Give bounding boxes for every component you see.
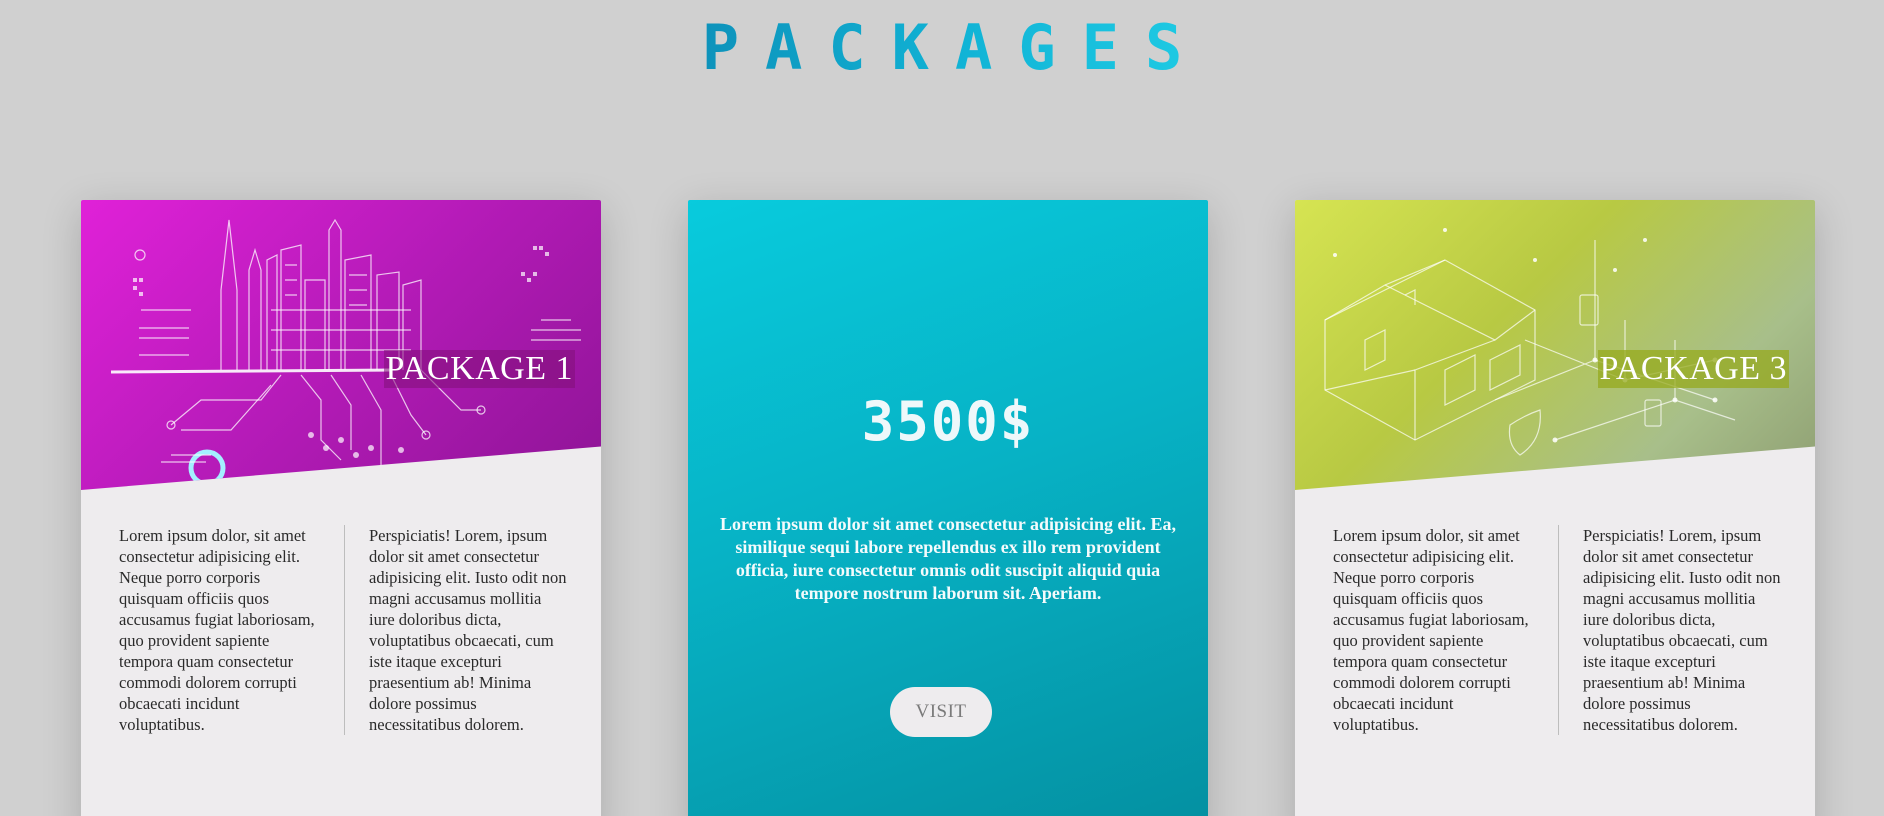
package-1-text-right: Perspiciatis! Lorem, ipsum dolor sit ame… — [344, 525, 569, 735]
smart-house-illustration-icon — [1324, 228, 1736, 456]
city-circuit-illustration-icon — [110, 218, 581, 487]
page-title: PACKAGES — [676, 17, 1209, 79]
package-3-body: Lorem ipsum dolor, sit amet consectetur … — [1333, 525, 1783, 735]
title-wrap: PACKAGES — [0, 17, 1884, 79]
package-1-header: PACKAGE 1 — [81, 200, 601, 490]
package-3-text-right: Perspiciatis! Lorem, ipsum dolor sit ame… — [1558, 525, 1783, 735]
package-description: Lorem ipsum dolor sit amet consectetur a… — [720, 514, 1176, 603]
package-3-text-left: Lorem ipsum dolor, sit amet consectetur … — [1333, 526, 1529, 734]
packages-page: PACKAGES PACKAGE 1 Lorem ipsum dolor, si… — [0, 0, 1884, 816]
package-card-1: PACKAGE 1 Lorem ipsum dolor, sit amet co… — [81, 200, 601, 816]
package-price: 3500$ — [861, 390, 1035, 453]
package-3-label: PACKAGE 3 — [1597, 350, 1789, 388]
visit-button[interactable]: VISIT — [890, 687, 992, 737]
package-card-3: PACKAGE 3 Lorem ipsum dolor, sit amet co… — [1295, 200, 1815, 816]
package-1-body: Lorem ipsum dolor, sit amet consectetur … — [119, 525, 569, 735]
package-1-text-left: Lorem ipsum dolor, sit amet consectetur … — [119, 526, 315, 734]
package-card-2: 3500$ Lorem ipsum dolor sit amet consect… — [688, 200, 1208, 816]
package-1-label: PACKAGE 1 — [383, 350, 575, 388]
package-3-header: PACKAGE 3 — [1295, 200, 1815, 490]
